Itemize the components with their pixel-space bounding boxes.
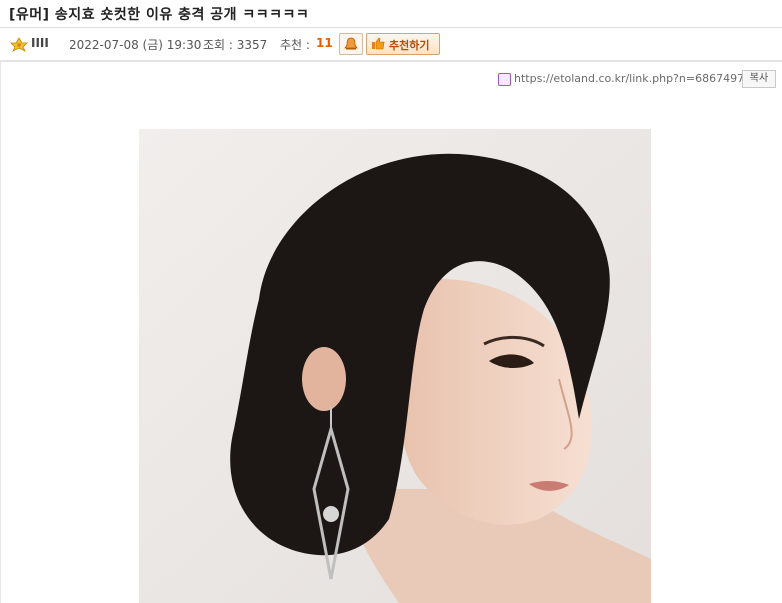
- recommend-button[interactable]: 추천하기: [366, 33, 440, 55]
- bell-button[interactable]: [339, 33, 363, 55]
- post-title: [유머] 송지효 숏컷한 이유 충격 공개 ㅋㅋㅋㅋㅋ: [9, 7, 310, 23]
- recommend-button-label: 추천하기: [389, 39, 430, 52]
- post-title-bar: [유머] 송지효 숏컷한 이유 충격 공개 ㅋㅋㅋㅋㅋ: [0, 0, 782, 28]
- recommend-count: 11: [316, 36, 333, 50]
- thumbs-up-icon: [372, 37, 385, 50]
- link-row: https://etoland.co.kr/link.php?n=6867497…: [498, 70, 776, 88]
- level-icon: [10, 37, 28, 52]
- link-icon: [498, 73, 511, 86]
- link-url[interactable]: https://etoland.co.kr/link.php?n=6867497: [514, 72, 744, 85]
- author-name[interactable]: IIII: [31, 36, 49, 50]
- view-count: 조회 : 3357: [203, 38, 268, 52]
- post-photo: [139, 129, 651, 603]
- post-content: https://etoland.co.kr/link.php?n=6867497…: [0, 62, 782, 603]
- portrait-image: [139, 129, 651, 603]
- recommend-label: 추천 :: [280, 38, 310, 52]
- bell-icon: [344, 37, 358, 50]
- copy-button[interactable]: 복사: [742, 70, 776, 88]
- post-date: 2022-07-08 (금) 19:30: [69, 38, 202, 52]
- post-meta-bar: IIII 2022-07-08 (금) 19:30 조회 : 3357 추천 :…: [0, 28, 782, 62]
